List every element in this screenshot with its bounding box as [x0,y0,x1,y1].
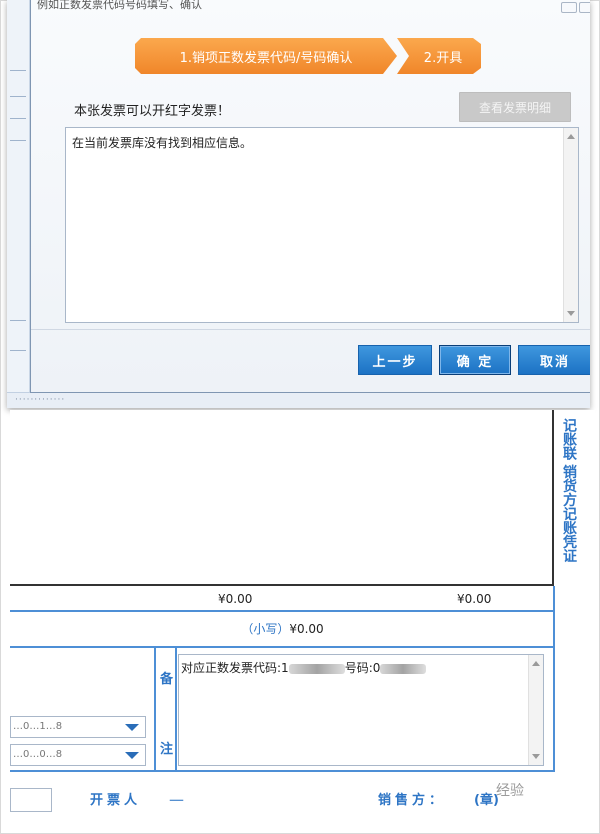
table-line [10,646,555,648]
payee-select[interactable]: …0…0…8 [10,744,146,766]
background-line [10,350,26,351]
background-line [10,140,26,141]
footer-input[interactable] [10,788,52,812]
table-line [175,648,177,770]
reviewer-select-value: …0…1…8 [13,721,63,732]
confirm-invoice-dialog: 例如正数发票代码号码填写、确认 1.销项正数发票代码/号码确认 2.开具 本张发… [30,0,590,393]
amount-total: ¥0.00 [218,592,253,606]
background-invoice-strip: ············· [7,392,590,408]
scroll-down-icon[interactable] [532,754,540,759]
table-line [10,770,555,772]
background-window-edge [7,0,30,408]
message-text: 在当前发票库没有找到相应信息。 [72,136,253,150]
tax-total: ¥0.00 [457,592,492,606]
remark-number-label: 号码:0 [344,661,381,675]
table-line [553,586,555,772]
remark-label-bottom: 注 [160,742,174,757]
redacted-code [288,663,345,674]
cancel-button[interactable]: 取消 [518,345,590,375]
status-message: 本张发票可以开红字发票！ [74,104,231,119]
drawer-value: ＿ [170,788,188,803]
remark-label-top: 备 [160,672,174,687]
step-confirm-code: 1.销项正数发票代码/号码确认 [135,38,397,74]
total-lowercase-value: ¥0.00 [289,622,324,636]
vertical-scrollbar[interactable] [563,128,578,322]
minimize-icon[interactable] [561,2,577,13]
message-textarea[interactable]: 在当前发票库没有找到相应信息。 [65,127,579,323]
previous-step-button[interactable]: 上一步 [358,345,432,375]
close-icon[interactable] [579,2,590,13]
chevron-down-icon[interactable] [125,752,139,759]
divider [31,329,590,330]
table-line [154,648,156,770]
total-lowercase: （小写）¥0.00 [10,620,555,637]
remark-scrollbar[interactable] [528,655,543,765]
seller-label: 销售方： [378,793,447,808]
total-lowercase-label: （小写） [241,622,290,636]
reviewer-select[interactable]: …0…1…8 [10,716,146,738]
remark-textarea[interactable]: 对应正数发票代码:1 号码:0 [178,654,544,766]
redacted-number [380,663,427,674]
red-invoice-window: ············· 例如正数发票代码号码填写、确认 1.销项正数发票代码… [7,0,590,408]
drawer-label: 开票人 [90,793,142,808]
chevron-down-icon[interactable] [125,724,139,731]
scroll-up-icon[interactable] [532,661,540,666]
step-issue: 2.开具 [397,38,481,74]
copy-label-vertical: 记账联 销货方记账凭证 [561,418,577,563]
confirm-button[interactable]: 确 定 [439,345,511,375]
invoice-items-area [10,410,554,586]
background-line [10,70,26,71]
background-line [10,320,26,321]
table-line [10,610,555,612]
payee-select-value: …0…0…8 [13,749,63,760]
background-line [10,96,26,97]
background-line [10,118,26,119]
scroll-down-icon[interactable] [567,311,575,316]
remark-code-label: 对应正数发票代码:1 [181,661,289,675]
remark-text: 对应正数发票代码:1 号码:0 [181,659,427,676]
invoice-form: 记账联 销货方记账凭证 ¥0.00 ¥0.00 （小写）¥0.00 备 注 对应… [10,410,595,830]
scroll-up-icon[interactable] [567,134,575,139]
view-invoice-detail-button[interactable]: 查看发票明细 [459,92,571,122]
dialog-title: 例如正数发票代码号码填写、确认 [37,0,202,11]
watermark: 经验 [496,783,524,799]
